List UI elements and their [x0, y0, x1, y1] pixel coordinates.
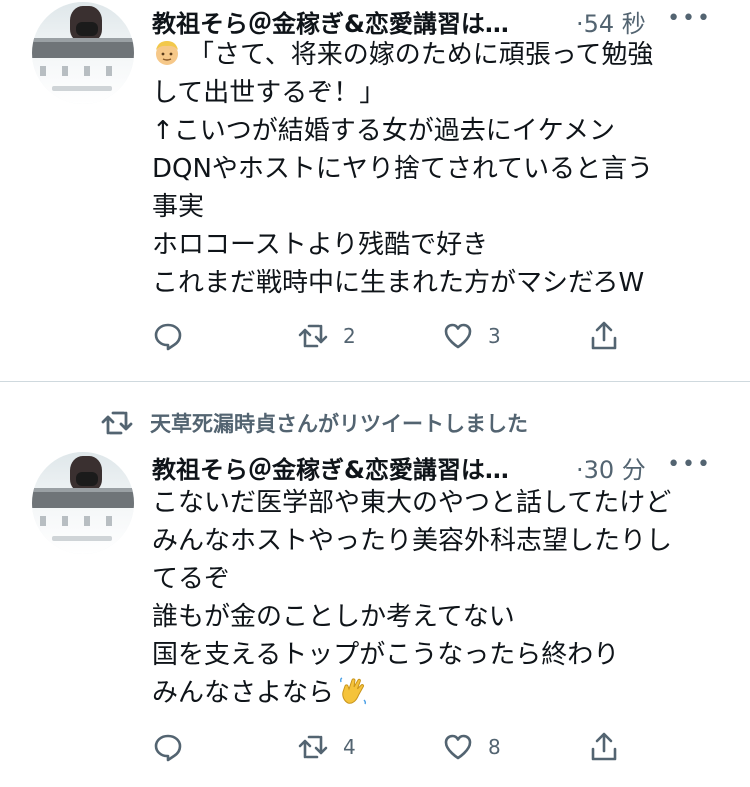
tweet-line: 事実 — [152, 192, 205, 222]
tweet-line: みんなさよなら — [152, 674, 722, 712]
more-icon[interactable]: ••• — [667, 452, 712, 477]
share-icon — [591, 321, 617, 350]
tweet[interactable]: 教祖そら＠金稼ぎ&恋愛講習は… ·54 秒 ••• 「さて、将来の嫁のために頑張… — [0, 0, 750, 381]
action-bar: 2 3 — [152, 320, 652, 354]
timestamp[interactable]: ·30 分 — [576, 450, 646, 485]
author-name[interactable]: 教祖そら＠金稼ぎ&恋愛講習は… — [152, 450, 509, 485]
author-name[interactable]: 教祖そら＠金稼ぎ&恋愛講習は… — [152, 4, 509, 39]
tweet-line: ↑こいつが結婚する女が過去にイケメン — [152, 116, 616, 146]
avatar[interactable] — [32, 2, 134, 104]
tweet[interactable]: 教祖そら＠金稼ぎ&恋愛講習は… ·30 分 ••• こないだ医学部や東大のやつと… — [0, 382, 750, 787]
tweet-text: 「さて、将来の嫁のために頑張って勉強 して出世するぞ！」 ↑こいつが結婚する女が… — [152, 36, 722, 302]
reply-button[interactable] — [152, 320, 184, 352]
retweet-button[interactable]: 4 — [297, 731, 356, 763]
person-emoji-icon — [156, 41, 178, 65]
like-count: 8 — [488, 735, 501, 759]
retweet-count: 4 — [343, 735, 356, 759]
tweet-line: こないだ医学部や東大のやつと話してたけど — [152, 488, 672, 518]
tweet-line: 「さて、将来の嫁のために頑張って勉強 — [152, 36, 722, 74]
tweet-text: こないだ医学部や東大のやつと話してたけど みんなホストやったり美容外科志望したり… — [152, 484, 722, 712]
tweet-line: みんなホストやったり美容外科志望したりし — [152, 526, 673, 556]
action-bar: 4 8 — [152, 731, 652, 765]
like-button[interactable]: 8 — [442, 731, 501, 763]
like-count: 3 — [488, 324, 501, 348]
tweet-line: これまだ戦時中に生まれた方がマシだろW — [152, 268, 645, 298]
heart-icon — [444, 323, 472, 349]
more-icon[interactable]: ••• — [667, 6, 712, 31]
tweet-line: ホロコーストより残酷で好き — [152, 230, 489, 260]
share-button[interactable] — [588, 731, 620, 763]
retweet-button[interactable]: 2 — [297, 320, 356, 352]
tweet-line: てるぞ — [152, 564, 231, 594]
tweet-line: DQNやホストにヤり捨てされていると言う — [152, 154, 654, 184]
waving-hand-emoji-icon — [339, 677, 367, 705]
tweet-line: 国を支えるトップがこうなったら終わり — [152, 640, 620, 670]
reply-icon — [154, 323, 182, 351]
timestamp[interactable]: ·54 秒 — [576, 4, 646, 39]
heart-icon — [444, 734, 472, 760]
retweet-icon — [298, 324, 328, 348]
tweet-line: して出世するぞ！」 — [152, 78, 386, 108]
reply-icon — [154, 734, 182, 762]
like-button[interactable]: 3 — [442, 320, 501, 352]
tweet-line: 誰もが金のことしか考えてない — [152, 602, 515, 632]
avatar[interactable] — [32, 452, 134, 554]
share-button[interactable] — [588, 320, 620, 352]
retweet-icon — [298, 735, 328, 759]
retweet-count: 2 — [343, 324, 356, 348]
share-icon — [591, 732, 617, 761]
reply-button[interactable] — [152, 731, 184, 763]
